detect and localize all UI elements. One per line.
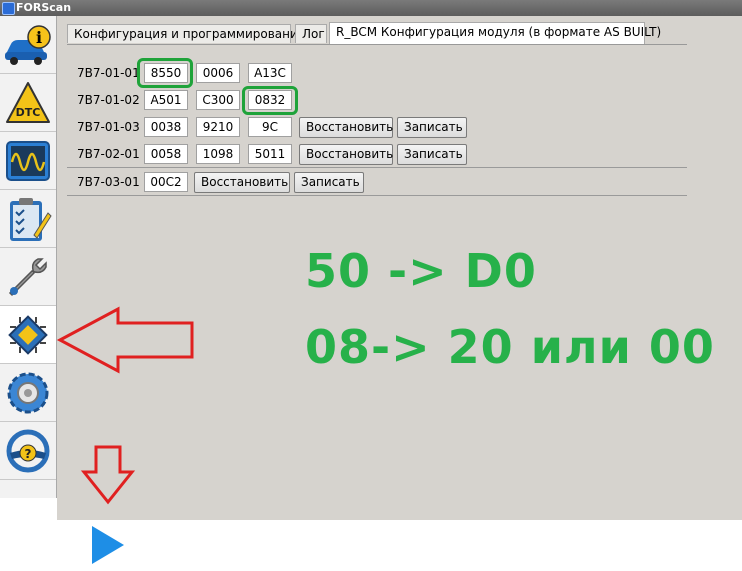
row-label: 7B7-01-01 (77, 66, 140, 80)
restore-button[interactable]: Восстановить (299, 144, 393, 165)
asbuilt-row-7b7-01-03: 7B7-01-03 0038 9210 9C Восстановить Запи… (67, 116, 687, 140)
restore-button[interactable]: Восстановить (299, 117, 393, 138)
car-info-icon: i (5, 24, 51, 65)
sidebar-item-help[interactable]: ? (0, 422, 56, 480)
write-button[interactable]: Записать (294, 172, 364, 193)
window-title: FORScan (16, 1, 72, 14)
sidebar-item-service[interactable] (0, 248, 56, 306)
tab-r-bcm-as-built[interactable]: R_BCM Конфигурация модуля (в формате AS … (329, 22, 661, 44)
oscilloscope-icon (6, 140, 50, 181)
sidebar-item-vehicle-info[interactable]: i (0, 16, 56, 74)
left-arrow-annotation (56, 306, 194, 374)
asbuilt-cell[interactable]: 0006 (196, 63, 240, 83)
sidebar-item-settings[interactable] (0, 364, 56, 422)
app-icon (2, 2, 15, 15)
write-button[interactable]: Записать (397, 117, 467, 138)
asbuilt-cell[interactable]: A501 (144, 90, 188, 110)
svg-text:DTC: DTC (16, 106, 41, 119)
asbuilt-cell[interactable]: 9210 (196, 117, 240, 137)
write-button[interactable]: Записать (397, 144, 467, 165)
tab-panel-border (67, 44, 687, 45)
asbuilt-cell[interactable]: 00C2 (144, 172, 188, 192)
sidebar-item-configuration[interactable] (0, 306, 56, 364)
asbuilt-cell[interactable]: 5011 (248, 144, 292, 164)
asbuilt-cell[interactable]: 1098 (196, 144, 240, 164)
asbuilt-cell[interactable]: 9C (248, 117, 292, 137)
row-label: 7B7-03-01 (77, 175, 140, 189)
asbuilt-row-7b7-03-01: 7B7-03-01 00C2 Восстановить Записать (67, 171, 687, 196)
asbuilt-cell[interactable]: C300 (196, 90, 240, 110)
asbuilt-cell[interactable]: 0038 (144, 117, 188, 137)
tab-log[interactable]: Лог (295, 24, 327, 43)
checklist-icon (10, 197, 52, 241)
gear-icon (7, 372, 49, 413)
steering-help-icon: ? (6, 429, 50, 472)
dtc-warning-icon: DTC (6, 81, 50, 123)
main-panel: Конфигурация и программирование Лог R_BC… (57, 16, 742, 520)
highlight-8550 (137, 58, 193, 88)
highlight-0832 (242, 86, 298, 115)
down-arrow-annotation (80, 445, 136, 505)
sidebar: i DTC ? (0, 16, 57, 498)
sidebar-item-oscilloscope[interactable] (0, 132, 56, 190)
annotation-line-2: 08-> 20 или 00 (305, 320, 715, 374)
sidebar-item-dtc[interactable]: DTC (0, 74, 56, 132)
asbuilt-row-7b7-02-01: 7B7-02-01 0058 1098 5011 Восстановить За… (67, 143, 687, 168)
asbuilt-cell[interactable]: A13C (248, 63, 292, 83)
bottom-bar (0, 520, 742, 571)
play-icon[interactable] (88, 524, 128, 566)
sidebar-item-tests[interactable] (0, 190, 56, 248)
asbuilt-cell[interactable]: 0058 (144, 144, 188, 164)
svg-text:i: i (36, 28, 42, 47)
row-label: 7B7-01-02 (77, 93, 140, 107)
row-label: 7B7-02-01 (77, 147, 140, 161)
restore-button[interactable]: Восстановить (194, 172, 290, 193)
annotation-line-1: 50 -> D0 (305, 244, 537, 298)
tab-configuration-programming[interactable]: Конфигурация и программирование (67, 24, 305, 43)
row-label: 7B7-01-03 (77, 120, 140, 134)
title-bar: FORScan (0, 0, 742, 16)
chip-icon (8, 314, 48, 355)
asbuilt-row-7b7-01-01: 7B7-01-01 8550 0006 A13C (67, 62, 327, 86)
svg-text:?: ? (25, 447, 32, 461)
wrench-icon (8, 257, 47, 296)
